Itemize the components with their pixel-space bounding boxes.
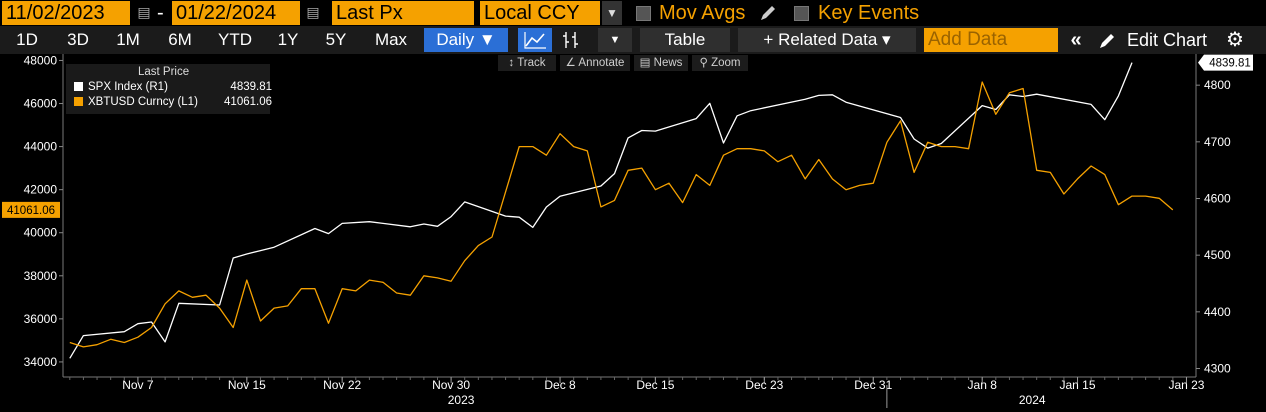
x-tick-label: Nov 30	[432, 378, 470, 392]
x-tick-label: Jan 15	[1060, 378, 1096, 392]
legend-name-xbt: XBTUSD Curncy (L1)	[88, 96, 198, 108]
x-tick-label: Nov 15	[228, 378, 266, 392]
left-tick-label: 46000	[24, 97, 58, 111]
legend-name-spx: SPX Index (R1)	[88, 81, 168, 93]
x-tick-label: Jan 8	[968, 378, 998, 392]
legend-item-spx[interactable]: SPX Index (R1) 4839.81	[74, 80, 272, 94]
right-tick-label: 4700	[1204, 135, 1231, 149]
legend-value-spx: 4839.81	[230, 81, 272, 93]
left-tick-label: 38000	[24, 269, 58, 283]
right-tick-label: 4800	[1204, 78, 1231, 92]
xbt-series-line	[69, 81, 1174, 348]
right-tick-label: 4600	[1204, 192, 1231, 206]
legend-value-xbt: 41061.06	[224, 96, 272, 108]
chart-legend: Last Price SPX Index (R1) 4839.81 XBTUSD…	[66, 64, 272, 114]
year-label: 2024	[1019, 393, 1046, 407]
legend-swatch-xbt	[74, 97, 83, 106]
year-label: 2023	[448, 393, 475, 407]
legend-swatch-spx	[74, 82, 83, 91]
left-tick-label: 44000	[24, 140, 58, 154]
right-tick-label: 4500	[1204, 248, 1231, 262]
left-last-value-tag: 41061.06	[7, 205, 55, 217]
right-tick-label: 4400	[1204, 305, 1231, 319]
x-tick-label: Nov 7	[122, 378, 154, 392]
legend-item-xbt[interactable]: XBTUSD Curncy (L1) 41061.06	[74, 95, 272, 109]
x-tick-label: Nov 22	[323, 378, 361, 392]
x-tick-label: Dec 8	[544, 378, 576, 392]
right-tick-label: 4300	[1204, 362, 1231, 376]
left-tick-label: 40000	[24, 226, 58, 240]
x-tick-label: Jan 23	[1168, 378, 1204, 392]
left-tick-label: 36000	[24, 312, 58, 326]
right-last-value-tag: 4839.81	[1209, 58, 1251, 70]
x-tick-label: Dec 15	[636, 378, 674, 392]
left-tick-label: 48000	[24, 53, 58, 67]
legend-title: Last Price	[138, 66, 190, 78]
x-tick-label: Dec 23	[745, 378, 783, 392]
left-tick-label: 34000	[24, 355, 58, 369]
left-tick-label: 42000	[24, 183, 58, 197]
price-chart[interactable]: 34000 36000 38000 40000 42000 44000 46000 48000…	[0, 0, 1266, 412]
